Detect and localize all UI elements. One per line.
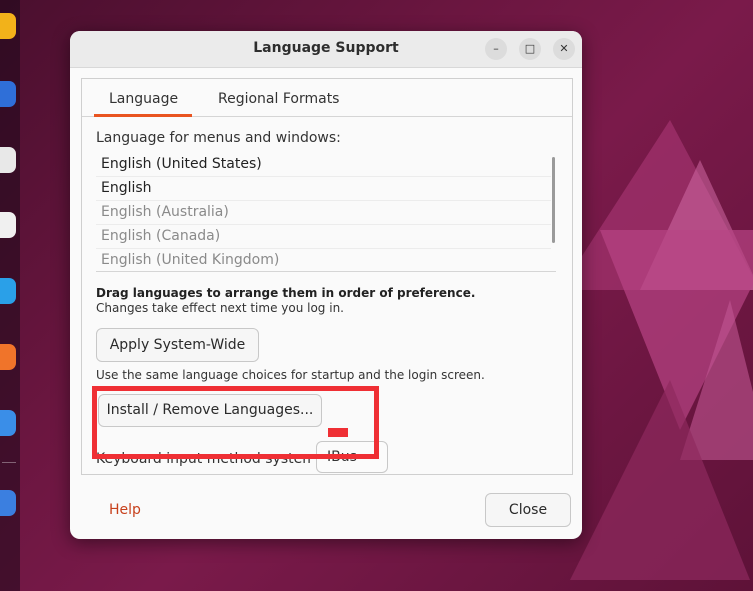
dock-separator bbox=[2, 462, 16, 463]
list-item[interactable]: English (Canada) bbox=[96, 225, 551, 249]
software-icon[interactable] bbox=[0, 212, 16, 238]
tab-language[interactable]: Language bbox=[109, 91, 178, 107]
change-hint: Changes take effect next time you log in… bbox=[96, 301, 344, 315]
close-window-button[interactable]: ✕ bbox=[553, 38, 575, 60]
list-item[interactable]: English bbox=[96, 177, 551, 201]
tab-bar: Language Regional Formats bbox=[82, 79, 572, 117]
language-list-label: Language for menus and windows: bbox=[96, 130, 341, 146]
maximize-button[interactable]: □ bbox=[519, 38, 541, 60]
settings-icon[interactable] bbox=[0, 344, 16, 370]
highlight-box bbox=[92, 386, 379, 459]
list-item[interactable]: English (United Kingdom) bbox=[96, 249, 551, 271]
app-icon[interactable] bbox=[0, 410, 16, 436]
close-button[interactable]: Close bbox=[485, 493, 571, 527]
show-apps-icon[interactable] bbox=[0, 490, 16, 516]
minimize-button[interactable]: – bbox=[485, 38, 507, 60]
highlight-mark bbox=[328, 428, 348, 437]
apply-system-wide-button[interactable]: Apply System-Wide bbox=[96, 328, 259, 362]
titlebar[interactable]: Language Support – □ ✕ bbox=[70, 31, 582, 68]
dock bbox=[0, 0, 20, 591]
help-icon[interactable] bbox=[0, 278, 16, 304]
wallpaper-shape bbox=[570, 380, 750, 580]
firefox-icon[interactable] bbox=[0, 13, 16, 39]
drag-hint: Drag languages to arrange them in order … bbox=[96, 286, 476, 300]
list-scrollbar[interactable] bbox=[552, 157, 555, 243]
list-item[interactable]: English (United States) bbox=[96, 153, 551, 177]
language-list[interactable]: English (United States) English English … bbox=[96, 153, 556, 272]
system-wide-note: Use the same language choices for startu… bbox=[96, 368, 485, 382]
tab-regional-formats[interactable]: Regional Formats bbox=[218, 91, 339, 107]
thunderbird-icon[interactable] bbox=[0, 81, 16, 107]
list-item[interactable]: English (Australia) bbox=[96, 201, 551, 225]
language-support-window: Language Support – □ ✕ Language Regional… bbox=[70, 31, 582, 539]
files-icon[interactable] bbox=[0, 147, 16, 173]
active-tab-indicator bbox=[94, 114, 192, 117]
help-button[interactable]: Help bbox=[109, 502, 141, 518]
